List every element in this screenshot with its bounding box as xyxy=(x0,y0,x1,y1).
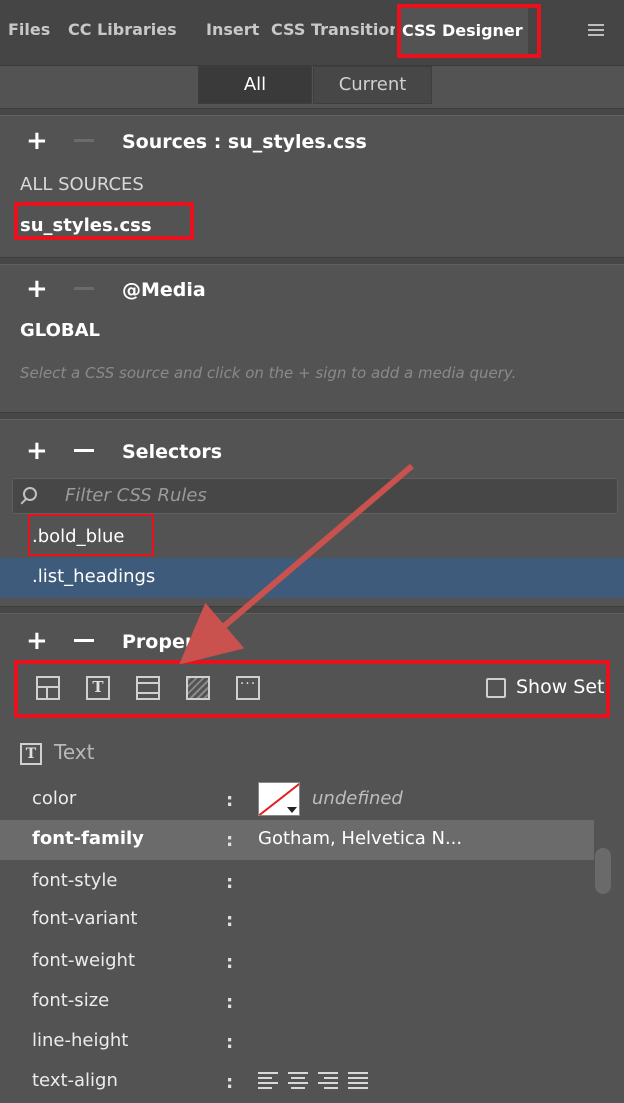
annotation-arrow xyxy=(179,463,414,665)
